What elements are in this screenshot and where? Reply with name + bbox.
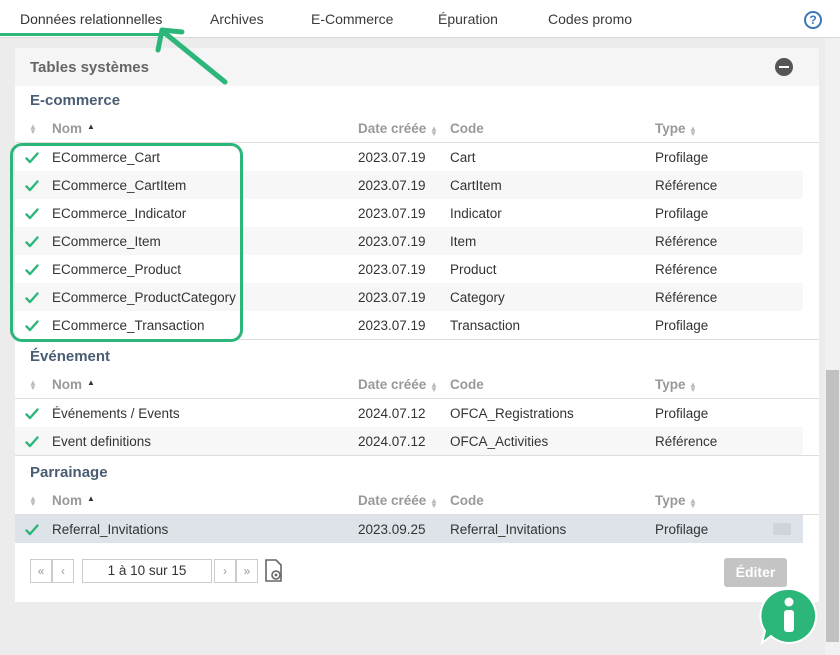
cell-date: 2023.07.19 [358, 262, 426, 277]
sort-asc-icon: ▲ [87, 494, 95, 503]
highlight-box [10, 143, 243, 342]
sort-icon[interactable]: ▲ ▼ [689, 497, 697, 510]
cell-type: Profilage [655, 406, 709, 421]
cell-date: 2023.07.19 [358, 178, 426, 193]
cell-date: 2024.07.12 [358, 406, 426, 421]
cell-code: Indicator [450, 206, 502, 221]
cell-code: Product [450, 262, 497, 277]
column-header-code[interactable]: Code [450, 493, 484, 508]
check-icon [25, 524, 39, 536]
sort-icon[interactable]: ▲ ▼ [689, 381, 697, 394]
cell-type: Référence [655, 178, 718, 193]
cell-date: 2024.07.12 [358, 434, 426, 449]
column-header-type[interactable]: Type [655, 377, 686, 392]
scrollbar-thumb[interactable] [826, 370, 839, 642]
column-header-code[interactable]: Code [450, 377, 484, 392]
column-header-type[interactable]: Type [655, 493, 686, 508]
sort-icon[interactable]: ▲ ▼ [430, 125, 438, 138]
column-header-type[interactable]: Type [655, 121, 686, 136]
cell-type: Référence [655, 234, 718, 249]
cell-type: Profilage [655, 318, 709, 333]
cell-code: Cart [450, 150, 476, 165]
table-row[interactable]: Referral_Invitations 2023.09.25 Referral_I… [15, 515, 803, 543]
export-settings-icon[interactable] [264, 557, 284, 583]
sort-icon[interactable]: ▲ ▼ [430, 497, 438, 510]
cell-code: Category [450, 290, 505, 305]
column-header-date[interactable]: Date créée [358, 377, 426, 392]
cell-name[interactable]: Referral_Invitations [52, 522, 168, 537]
column-header-date[interactable]: Date créée [358, 493, 426, 508]
cell-code: OFCA_Activities [450, 434, 549, 449]
cell-date: 2023.07.19 [358, 150, 426, 165]
cell-type: Référence [655, 262, 718, 277]
cell-code: Referral_Invitations [450, 522, 567, 537]
column-header-name[interactable]: Nom [52, 493, 82, 508]
row-action-icon[interactable] [773, 523, 791, 535]
cell-date: 2023.07.19 [358, 234, 426, 249]
check-icon [25, 436, 39, 448]
cell-name[interactable]: Event definitions [52, 434, 151, 449]
active-tab-indicator [0, 33, 168, 36]
tab-bar: Données relationnelles Archives E-Commer… [0, 0, 840, 38]
sort-icon[interactable]: ▲ ▼ [689, 125, 697, 138]
section-divider [15, 455, 819, 456]
sort-icon[interactable]: ▲ ▼ [430, 381, 438, 394]
panel-title: Tables systèmes [30, 59, 149, 76]
table-row[interactable]: Event definitions 2024.07.12 OFCA_Activiti… [15, 427, 803, 455]
column-header-name[interactable]: Nom [52, 377, 82, 392]
sort-icon[interactable]: ▲ ▼ [29, 379, 37, 392]
column-header-name[interactable]: Nom [52, 121, 82, 136]
prev-page-button[interactable]: ‹ [52, 559, 74, 583]
cell-code: OFCA_Registrations [450, 406, 574, 421]
sort-icon[interactable]: ▲ ▼ [29, 123, 37, 136]
cell-code: Item [450, 234, 477, 249]
cell-date: 2023.07.19 [358, 206, 426, 221]
cell-type: Profilage [655, 522, 709, 537]
cell-type: Profilage [655, 206, 709, 221]
cell-date: 2023.07.19 [358, 290, 426, 305]
edit-button[interactable]: Éditer [724, 558, 787, 587]
last-page-button[interactable]: » [236, 559, 258, 583]
tab-donnees-relationnelles[interactable]: Données relationnelles [20, 11, 162, 27]
table-row[interactable]: Événements / Events 2024.07.12 OFCA_Regist… [15, 399, 803, 427]
cell-code: Transaction [450, 318, 521, 333]
section-title-evenement: Événement [30, 348, 111, 365]
annotation-arrow-icon [155, 27, 228, 85]
page-range-input[interactable]: 1 à 10 sur 15 [82, 559, 212, 583]
tab-e-commerce[interactable]: E-Commerce [311, 11, 393, 27]
panel-header: Tables systèmes [15, 48, 819, 86]
section-title-parrainage: Parrainage [30, 464, 108, 481]
sort-asc-icon: ▲ [87, 378, 95, 387]
next-page-button[interactable]: › [214, 559, 236, 583]
cell-type: Profilage [655, 150, 709, 165]
collapse-icon[interactable] [775, 58, 793, 76]
cell-type: Référence [655, 434, 718, 449]
section-title-ecommerce: E-commerce [30, 92, 121, 109]
cell-name[interactable]: Événements / Events [52, 406, 180, 421]
cell-type: Référence [655, 290, 718, 305]
column-header-code[interactable]: Code [450, 121, 484, 136]
sort-asc-icon: ▲ [87, 122, 95, 131]
cell-code: CartItem [450, 178, 502, 193]
sort-icon[interactable]: ▲ ▼ [29, 495, 37, 508]
tab-epuration[interactable]: Épuration [438, 11, 498, 27]
first-page-button[interactable]: « [30, 559, 52, 583]
cell-date: 2023.09.25 [358, 522, 426, 537]
cell-date: 2023.07.19 [358, 318, 426, 333]
check-icon [25, 408, 39, 420]
column-header-date[interactable]: Date créée [358, 121, 426, 136]
tab-codes-promo[interactable]: Codes promo [548, 11, 632, 27]
help-icon[interactable]: ? [804, 11, 822, 29]
info-chat-icon[interactable] [758, 585, 820, 647]
